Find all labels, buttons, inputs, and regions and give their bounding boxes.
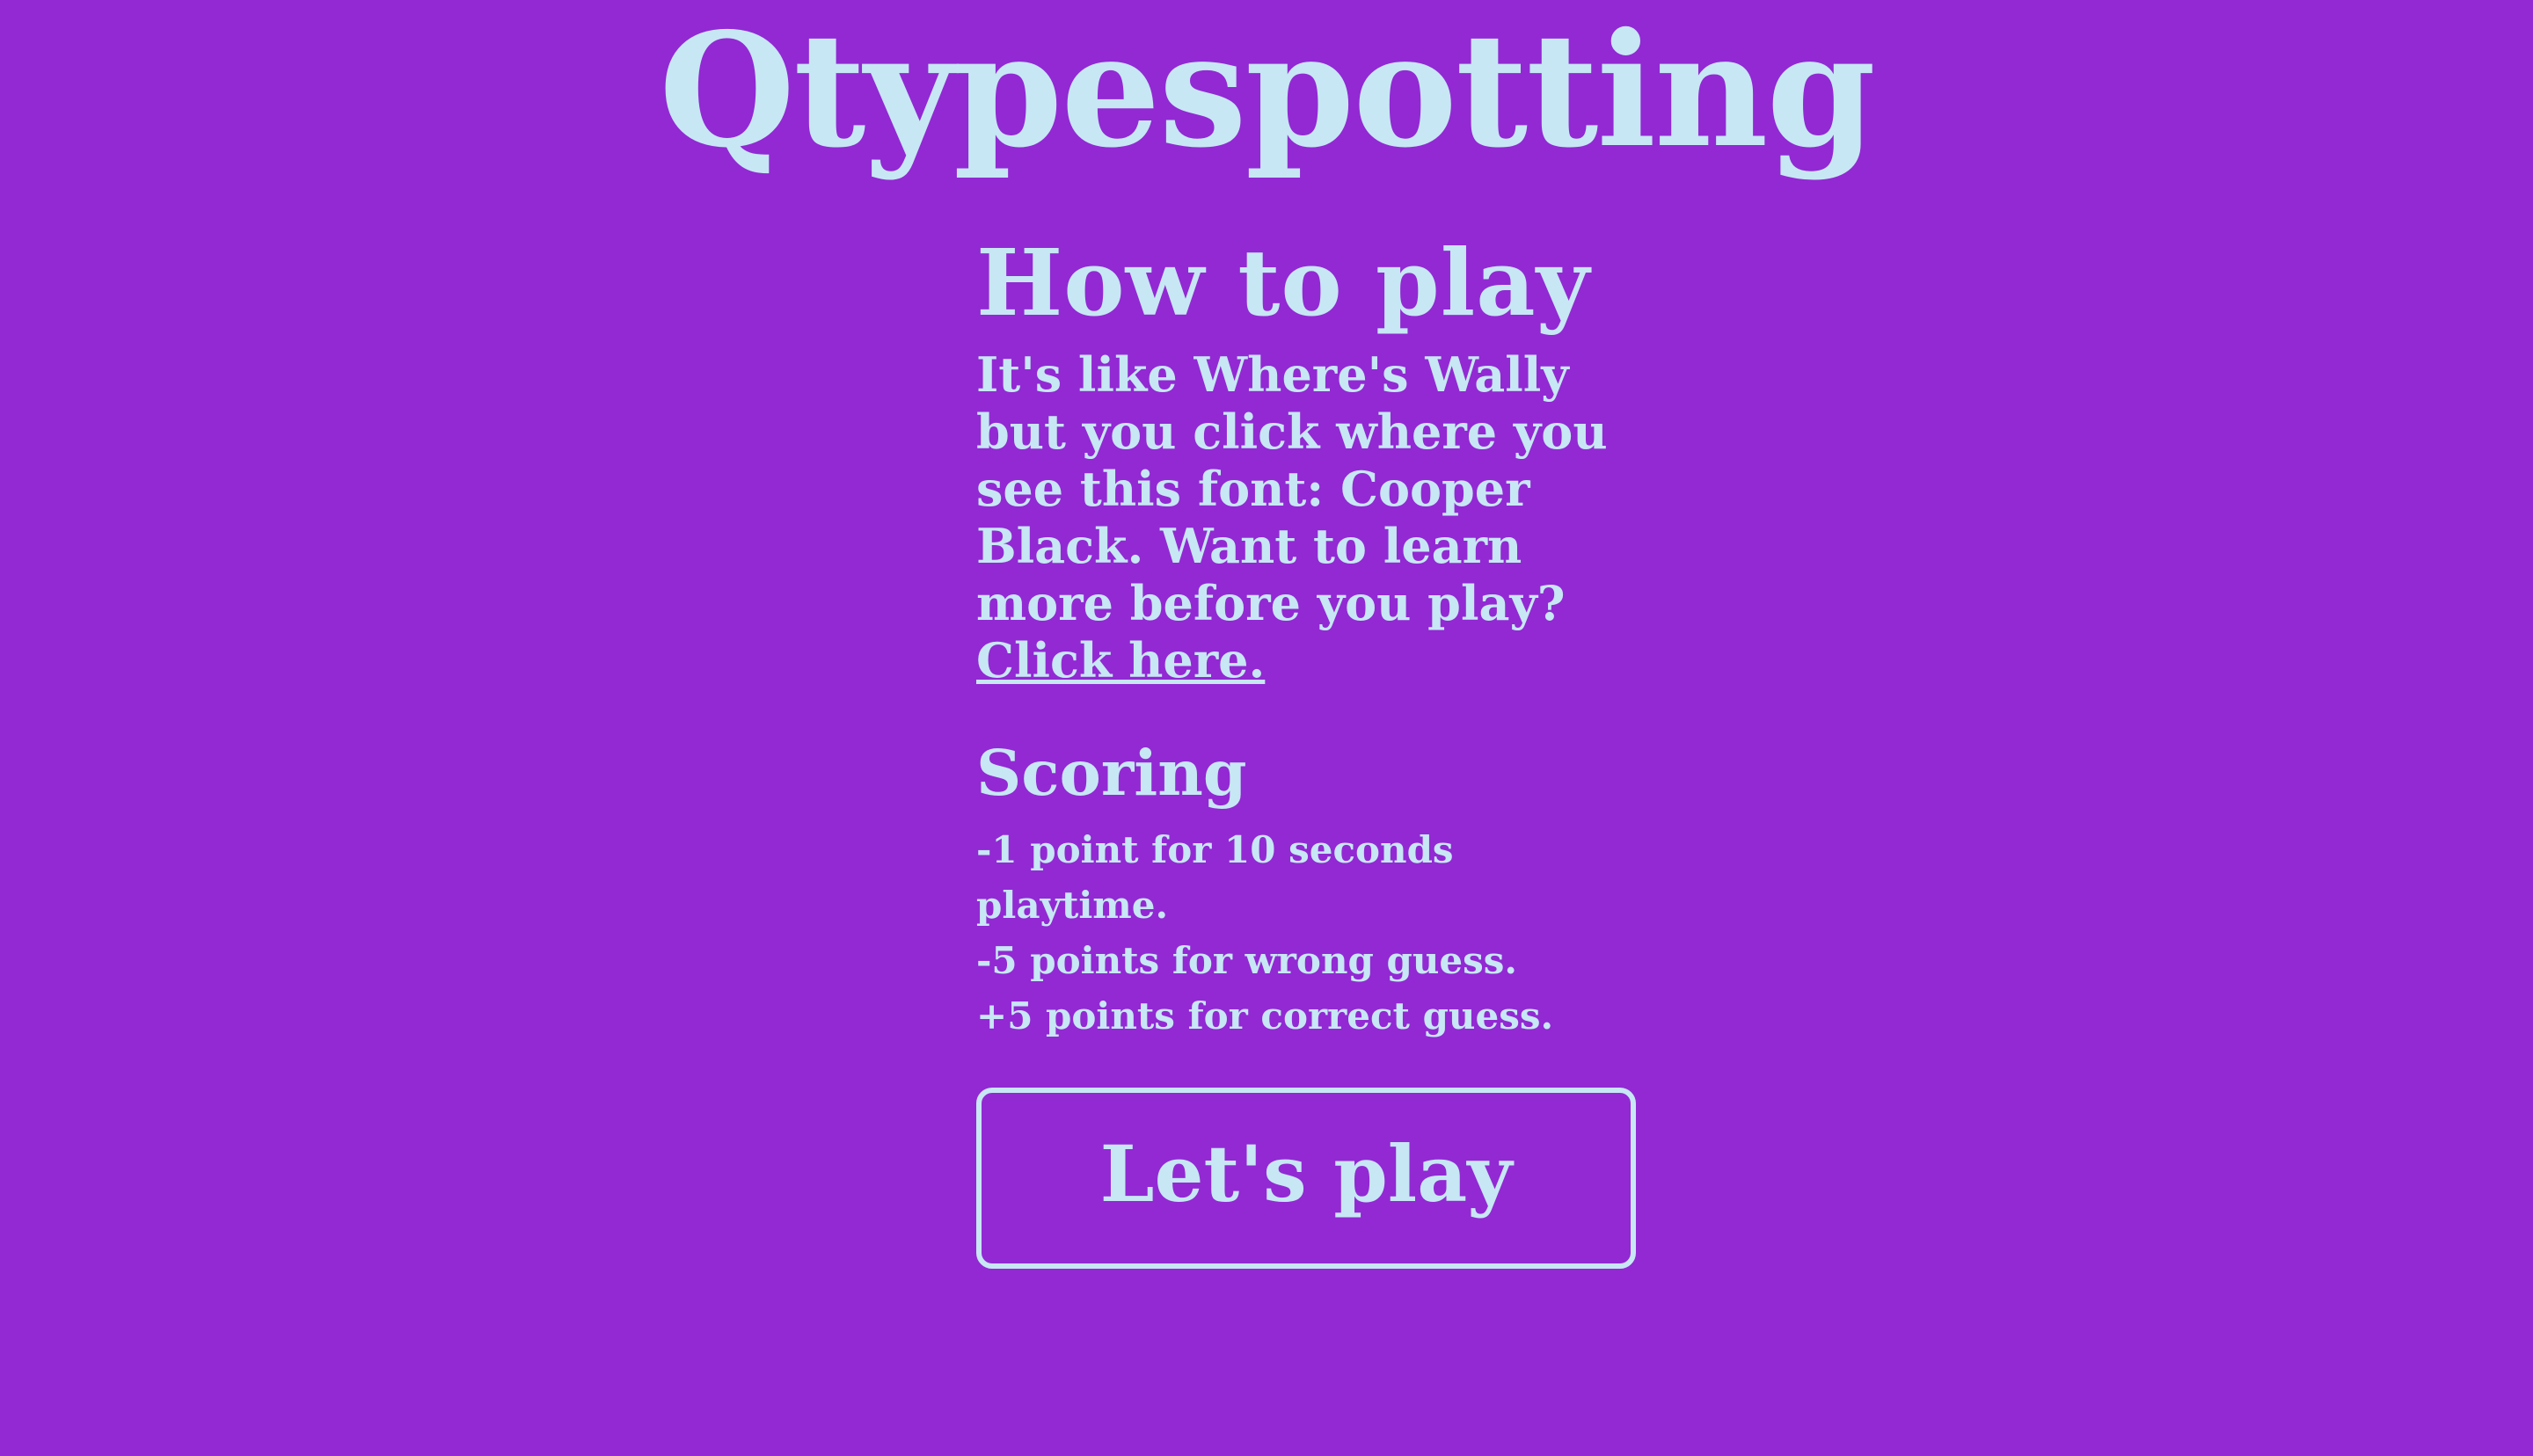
score-rule-wrong: -5 points for wrong guess. <box>976 939 1518 982</box>
score-rule-time: -1 point for 10 seconds playtime. <box>976 828 1454 927</box>
how-to-play-heading: How to play <box>976 229 1591 337</box>
scoring-heading: Scoring <box>976 736 1247 810</box>
how-to-play-text: It's like Where's Wally but you click wh… <box>976 346 1645 689</box>
how-to-play-description: It's like Where's Wally but you click wh… <box>976 346 1608 631</box>
learn-more-link[interactable]: Click here. <box>976 632 1265 688</box>
instructions-panel: How to play It's like Where's Wally but … <box>976 237 1645 1269</box>
scoring-list: -1 point for 10 seconds playtime. -5 poi… <box>976 822 1645 1044</box>
lets-play-button[interactable]: Let's play <box>976 1088 1636 1269</box>
app-logo: Qtypespotting <box>659 0 1876 182</box>
score-rule-correct: +5 points for correct guess. <box>976 994 1554 1037</box>
